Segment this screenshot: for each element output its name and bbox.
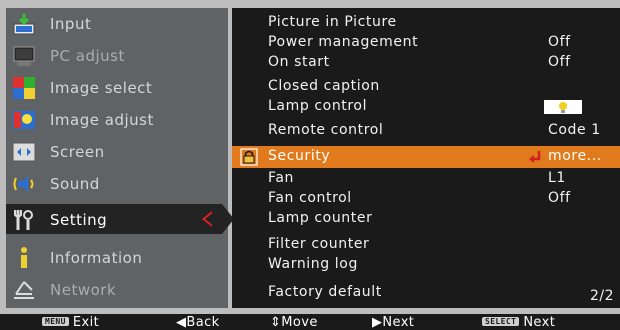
enter-arrow-icon (529, 151, 541, 163)
menu-label: Network (50, 281, 117, 299)
setting-row-picture-in-picture[interactable]: Picture in Picture (232, 12, 620, 34)
menu-item-pc-adjust[interactable]: PC adjust (6, 40, 228, 72)
setting-value: Off (548, 34, 571, 50)
setting-row-fan-control[interactable]: Fan control Off (232, 188, 620, 210)
menu-label: Image select (50, 79, 153, 97)
setting-value: more... (548, 148, 602, 164)
setting-name: Picture in Picture (268, 14, 397, 30)
menu-item-image-adjust[interactable]: Image adjust (6, 104, 228, 136)
setting-name: Remote control (268, 122, 384, 138)
setting-name: Filter counter (268, 236, 370, 252)
setting-name: Closed caption (268, 78, 380, 94)
select-hint[interactable]: SELECT Next (482, 315, 555, 330)
setting-row-filter-counter[interactable]: Filter counter (232, 234, 620, 256)
setting-name: Fan (268, 170, 295, 186)
setting-name: Security (268, 148, 331, 164)
input-icon (13, 14, 35, 35)
setting-value: Code 1 (548, 122, 601, 138)
menu-item-image-select[interactable]: Image select (6, 72, 228, 104)
menu-item-input[interactable]: Input (6, 8, 228, 40)
image-select-icon (13, 77, 35, 99)
setting-row-fan[interactable]: Fan L1 (232, 168, 620, 190)
page-indicator: 2/2 (590, 288, 615, 304)
screen-icon (12, 142, 36, 162)
setting-row-on-start[interactable]: On start Off (232, 52, 620, 74)
setting-value: Off (548, 54, 571, 70)
select-label: Next (523, 315, 556, 330)
menu-label: PC adjust (50, 47, 125, 65)
setting-name: Lamp counter (268, 210, 373, 226)
setting-name: Warning log (268, 256, 358, 272)
menu-label: Screen (50, 143, 105, 161)
menu-label: Setting (50, 211, 108, 229)
setting-value: L1 (548, 170, 566, 186)
back-hint[interactable]: ◀Back (176, 315, 220, 330)
lock-icon (240, 148, 258, 166)
setting-value: Off (548, 190, 571, 206)
setting-name: Lamp control (268, 98, 368, 114)
exit-label: Exit (72, 315, 100, 330)
pc-adjust-icon (13, 46, 35, 66)
setting-row-lamp-counter[interactable]: Lamp counter (232, 208, 620, 230)
move-hint: ⇕Move (270, 315, 318, 330)
menu-label: Sound (50, 175, 100, 193)
setting-name: Power management (268, 34, 419, 50)
select-key-icon: SELECT (482, 317, 520, 326)
setting-icon (14, 210, 33, 230)
lamp-bulb-icon (559, 102, 567, 113)
setting-row-remote-control[interactable]: Remote control Code 1 (232, 120, 620, 142)
main-menu: Input PC adjust Image select Image adjus… (6, 8, 234, 308)
setting-name: Factory default (268, 284, 382, 300)
setting-row-lamp-control[interactable]: Lamp control (232, 96, 620, 118)
information-icon (21, 247, 27, 268)
projector-osd: Input PC adjust Image select Image adjus… (0, 0, 620, 330)
menu-item-information[interactable]: Information (6, 242, 228, 274)
setting-row-security[interactable]: Security more... (232, 146, 620, 168)
menu-label: Input (50, 15, 92, 33)
exit-hint[interactable]: MENU Exit (42, 315, 99, 330)
menu-key-icon: MENU (42, 317, 69, 326)
menu-item-setting[interactable]: Setting (6, 204, 234, 234)
sound-icon (13, 176, 34, 192)
setting-row-factory-default[interactable]: Factory default (232, 282, 620, 304)
setting-row-warning-log[interactable]: Warning log (232, 254, 620, 276)
setting-row-closed-caption[interactable]: Closed caption (232, 76, 620, 98)
selection-arrow-icon (202, 211, 215, 227)
lamp-mode-value (544, 100, 582, 114)
menu-item-network[interactable]: Network (6, 274, 228, 306)
menu-label: Information (50, 249, 143, 267)
bottom-hint-bar: MENU Exit ◀Back ⇕Move ▶Next SELECT Next (0, 314, 620, 330)
menu-label: Image adjust (50, 111, 154, 129)
network-icon (14, 281, 34, 299)
menu-item-screen[interactable]: Screen (6, 136, 228, 168)
menu-item-sound[interactable]: Sound (6, 168, 228, 200)
next-hint[interactable]: ▶Next (372, 315, 414, 330)
setting-row-power-management[interactable]: Power management Off (232, 32, 620, 54)
setting-name: Fan control (268, 190, 352, 206)
setting-panel: Picture in Picture Power management Off … (232, 8, 620, 308)
setting-name: On start (268, 54, 330, 70)
image-adjust-icon (13, 111, 35, 129)
